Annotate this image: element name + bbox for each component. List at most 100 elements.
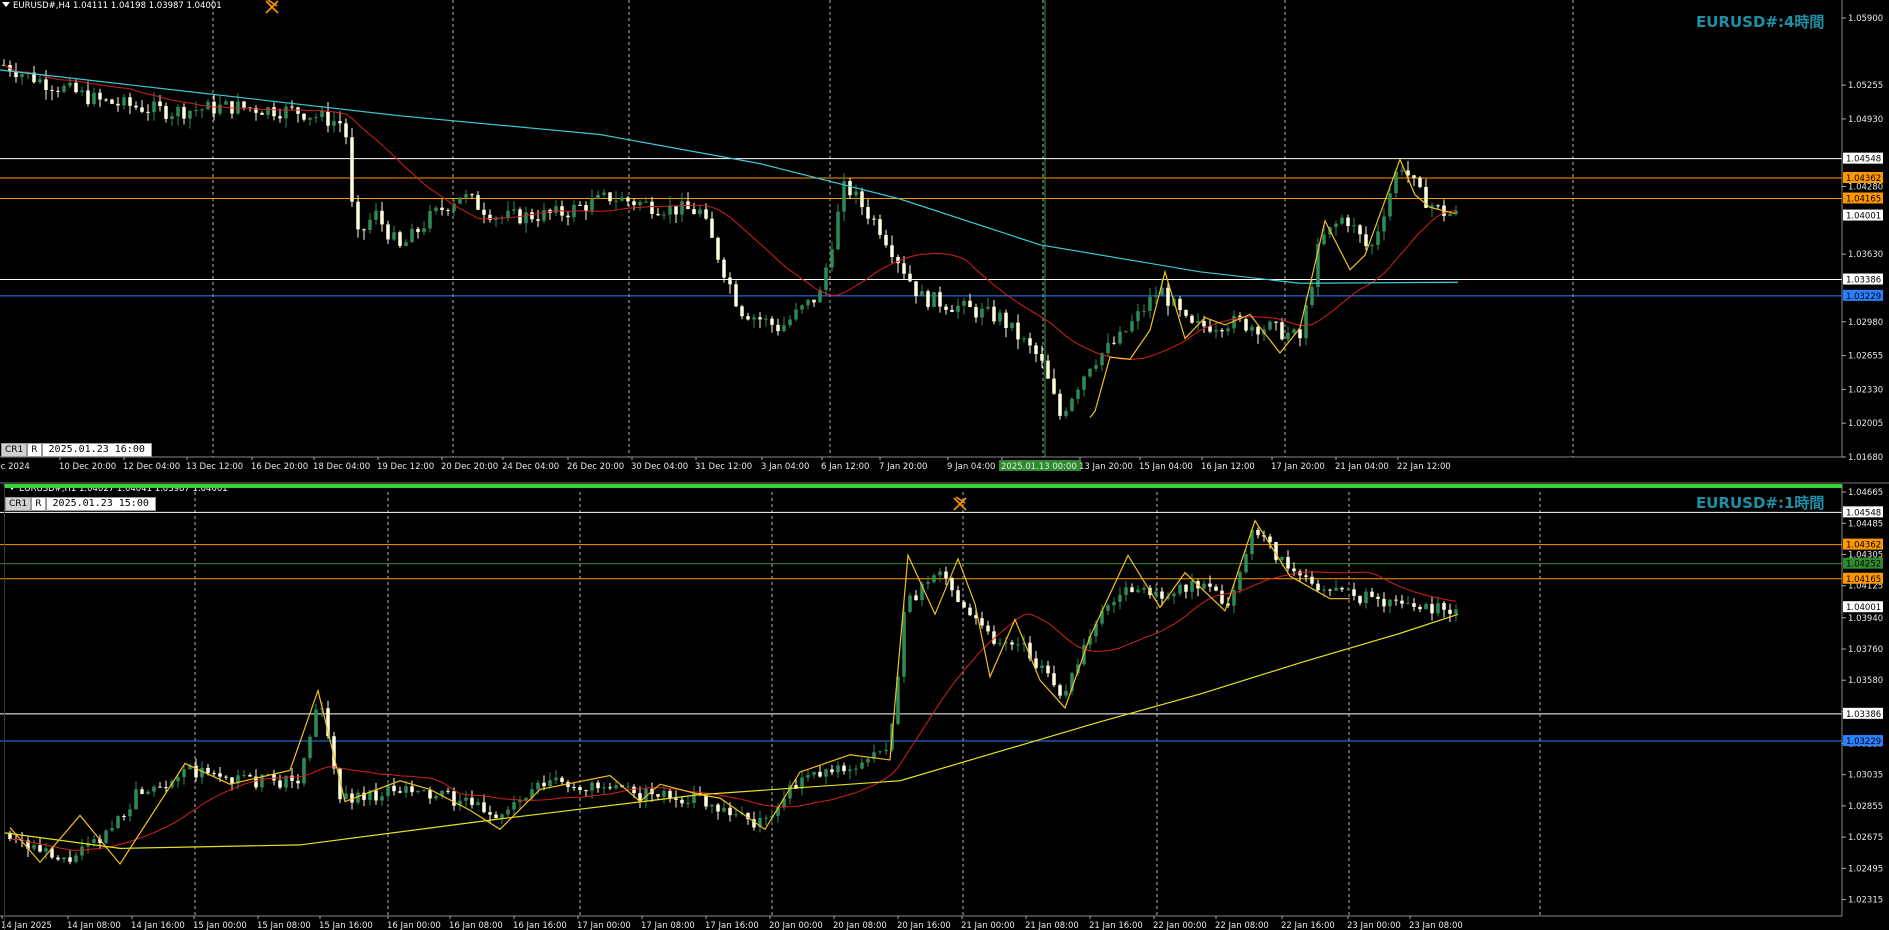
candle-body (470, 797, 474, 805)
price-tick-label: 1.01680 (1848, 453, 1883, 463)
candle-body (560, 777, 564, 782)
candle-body (716, 237, 720, 260)
candle-body (1292, 568, 1296, 572)
candle-body (764, 318, 768, 320)
candle-body (200, 767, 204, 778)
h1-price-chart[interactable]: 1.046651.044851.043051.041251.039401.037… (0, 484, 1889, 930)
candle-body (524, 797, 528, 801)
h4-chart-panel[interactable]: 1.05900 1.05255 1.04930 1.04280 1.03630 1.029… (0, 0, 1889, 482)
candle-body (614, 200, 618, 202)
time-tick-label: 20 Jan 16:00 (897, 921, 951, 930)
candle-body (92, 839, 96, 843)
candle-body (50, 89, 54, 91)
price-tag-label: 1.04001 (1846, 212, 1881, 222)
price-tag-label: 1.03386 (1846, 276, 1881, 286)
candle-body (830, 769, 834, 773)
candle-body (476, 802, 480, 805)
candle-body (134, 105, 138, 108)
candle-body (1256, 529, 1260, 536)
candle-body (908, 273, 912, 282)
h1-chart-panel[interactable]: 1.04665 1.04485 1.04305 1.04125 1.03940 1.037… (0, 484, 1889, 930)
time-tick-label: Dec 2024 (0, 462, 30, 472)
candle-body (1088, 368, 1092, 377)
r-button[interactable]: R (31, 497, 46, 511)
candle-body (224, 101, 228, 105)
candle-body (1112, 601, 1116, 606)
candle-body (674, 798, 678, 800)
candle-body (584, 790, 588, 792)
candle-body (74, 855, 78, 862)
cr1-button[interactable]: CR1 (1, 443, 28, 457)
candle-body (656, 794, 660, 797)
candle-body (428, 210, 432, 229)
price-tick-label: 1.04930 (1848, 115, 1883, 125)
candle-body (32, 845, 36, 849)
candle-body (1286, 556, 1290, 569)
time-tick-label: 17 Jan 20:00 (1271, 462, 1325, 472)
candle-body (416, 228, 420, 233)
candle-body (1304, 575, 1308, 577)
candle-body (1118, 331, 1122, 344)
candle-body (578, 786, 582, 791)
candle-body (734, 284, 738, 307)
h4-price-chart[interactable]: 1.05900 1.05255 1.04930 1.04280 1.03630 1.029… (0, 0, 1889, 482)
time-tick-label: 15 Jan 16:00 (319, 921, 373, 930)
candle-body (1154, 591, 1158, 596)
candle-body (842, 765, 846, 772)
candle-body (1352, 225, 1356, 227)
candle-body (590, 782, 594, 791)
candle-body (1370, 244, 1374, 247)
candle-body (290, 775, 294, 781)
candle-body (110, 99, 114, 104)
time-tick-label: 13 Jan 20:00 (1079, 462, 1133, 472)
candle-body (656, 213, 660, 216)
candle-body (1058, 393, 1062, 416)
candle-body (350, 137, 354, 202)
candle-body (1178, 584, 1182, 594)
candle-body (644, 201, 648, 203)
collapse-triangle-icon[interactable] (8, 485, 16, 490)
price-tag-label: 1.03229 (1846, 292, 1881, 302)
collapse-triangle-icon[interactable] (2, 2, 10, 7)
candle-body (170, 116, 174, 119)
r-button[interactable]: R (27, 443, 42, 457)
candle-body (788, 319, 792, 326)
cr1-button[interactable]: CR1 (5, 497, 32, 511)
candle-body (986, 306, 990, 309)
candle-body (302, 758, 306, 784)
h4-chart-title: EURUSD#:4時間 (1696, 13, 1825, 31)
candle-body (1376, 231, 1380, 245)
time-tick-label: 16 Dec 20:00 (251, 462, 308, 472)
price-tag-label: 1.04362 (1846, 541, 1881, 551)
candle-body (1430, 604, 1434, 614)
price-tag-label: 1.03229 (1846, 737, 1881, 747)
candle-body (422, 790, 426, 792)
candle-body (194, 110, 198, 112)
candle-body (962, 602, 966, 608)
candle-body (236, 101, 240, 114)
candle-body (1082, 376, 1086, 390)
time-tick-label: 17 Jan 00:00 (577, 921, 631, 930)
candle-body (1058, 685, 1062, 696)
candle-body (104, 830, 108, 843)
candle-body (1214, 586, 1218, 591)
time-tick-label: 6 Jan 12:00 (821, 462, 869, 472)
candle-body (554, 206, 558, 213)
candle-body (1394, 599, 1398, 601)
candle-body (458, 197, 462, 204)
candle-body (1412, 175, 1416, 178)
candle-body (848, 769, 852, 772)
h4-crosshair-box[interactable]: CR1 R 2025.01.23 16:00 (1, 443, 152, 457)
candle-body (638, 202, 642, 206)
price-tag-label: 1.04548 (1846, 155, 1881, 165)
candle-body (230, 777, 234, 784)
candle-body (692, 209, 696, 215)
time-tick-label: 22 Jan 00:00 (1153, 921, 1207, 930)
h1-crosshair-box[interactable]: CR1 R 2025.01.23 15:00 (5, 497, 156, 511)
candle-body (836, 765, 840, 773)
h1-chart-title: EURUSD#:1時間 (1696, 494, 1825, 512)
candle-body (482, 802, 486, 813)
candle-body (1256, 326, 1260, 335)
candle-body (962, 300, 966, 306)
candle-body (974, 307, 978, 318)
